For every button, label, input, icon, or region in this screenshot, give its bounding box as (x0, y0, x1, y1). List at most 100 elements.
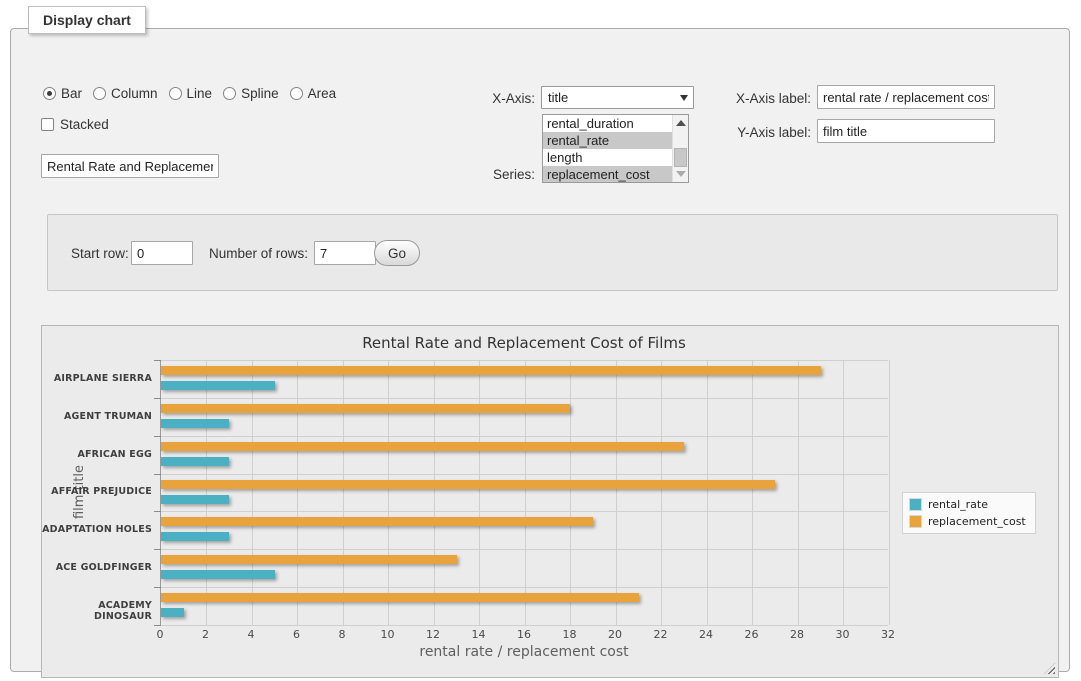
gridline (161, 436, 888, 437)
gridline (161, 587, 888, 588)
gridline (343, 360, 344, 625)
radio-label: Line (187, 86, 213, 101)
x-axis-title: rental rate / replacement cost (160, 644, 888, 660)
y-axis-label-input[interactable] (817, 119, 995, 143)
radio-icon[interactable] (290, 87, 303, 100)
radio-icon[interactable] (223, 87, 236, 100)
gridline (889, 360, 890, 625)
chart-type-column[interactable]: Column (93, 86, 158, 101)
gridline (661, 360, 662, 625)
chart-title: Rental Rate and Replacement Cost of Film… (160, 334, 888, 352)
bar-rental_rate (161, 608, 184, 617)
y-tick-mark (154, 587, 161, 588)
x-axis-label-input[interactable] (817, 85, 995, 109)
gridline (297, 360, 298, 625)
series-options: rental_durationrental_ratelengthreplacem… (543, 115, 672, 182)
gridline (161, 474, 888, 475)
chart-type-area[interactable]: Area (290, 86, 337, 101)
chart-type-radio-group: Bar Column Line Spline Area (43, 86, 336, 101)
fieldset-legend: Display chart (28, 6, 146, 34)
display-chart-fieldset: BarColumnLineSplineArea Stacked X-Axis: … (10, 28, 1070, 672)
series-option-rental_duration[interactable]: rental_duration (543, 115, 672, 132)
category-label: AIRPLANE SIERRA (42, 373, 152, 384)
radio-icon[interactable] (93, 87, 106, 100)
y-tick-mark (154, 360, 161, 361)
y-tick-mark (154, 549, 161, 550)
gridline (798, 360, 799, 625)
radio-icon[interactable] (169, 87, 182, 100)
radio-icon[interactable] (43, 87, 56, 100)
bar-replacement_cost (161, 366, 821, 375)
scroll-up-icon[interactable] (676, 120, 686, 126)
gridline (479, 360, 480, 625)
gridline (525, 360, 526, 625)
listbox-scrollbar[interactable] (672, 115, 688, 182)
bar-rental_rate (161, 495, 229, 504)
bar-replacement_cost (161, 480, 775, 489)
bar-rental_rate (161, 457, 229, 466)
bar-replacement_cost (161, 404, 570, 413)
x-axis-select[interactable]: title (541, 86, 694, 109)
gridline (161, 360, 888, 361)
bar-rental_rate (161, 570, 275, 579)
go-button[interactable]: Go (374, 240, 420, 266)
series-option-replacement_cost[interactable]: replacement_cost (543, 166, 672, 182)
category-label: ADAPTATION HOLES (42, 524, 152, 535)
y-tick-mark (154, 474, 161, 475)
x-tick-label: 18 (553, 628, 587, 641)
x-tick-label: 2 (189, 628, 223, 641)
gridline (161, 398, 888, 399)
x-tick-label: 16 (507, 628, 541, 641)
legend-item-replacement_cost: replacement_cost (909, 515, 1026, 528)
x-tick-label: 28 (780, 628, 814, 641)
chart-panel: Rental Rate and Replacement Cost of Film… (41, 325, 1059, 678)
bar-rental_rate (161, 419, 229, 428)
gridline (707, 360, 708, 625)
series-listbox[interactable]: rental_durationrental_ratelengthreplacem… (542, 114, 689, 183)
gridline (570, 360, 571, 625)
x-axis-selected-value: title (548, 90, 568, 105)
start-row-label: Start row: (71, 246, 129, 261)
num-rows-input[interactable] (314, 241, 376, 265)
bar-rental_rate (161, 381, 275, 390)
x-axis-label-label: X-Axis label: (699, 91, 811, 106)
checkbox-icon[interactable] (41, 118, 54, 131)
start-row-input[interactable] (131, 241, 193, 265)
x-tick-label: 32 (871, 628, 905, 641)
resize-handle-icon[interactable] (1044, 663, 1055, 674)
scroll-down-icon[interactable] (676, 171, 686, 177)
x-axis-ticks: 02468101214161820222426283032 (42, 628, 1058, 642)
radio-label: Column (111, 86, 158, 101)
stacked-label: Stacked (60, 117, 109, 132)
series-option-length[interactable]: length (543, 149, 672, 166)
bar-replacement_cost (161, 517, 593, 526)
y-tick-mark (154, 398, 161, 399)
chart-title-input[interactable] (41, 154, 219, 178)
legend-label: replacement_cost (928, 515, 1026, 528)
legend-item-rental_rate: rental_rate (909, 498, 1026, 511)
chart-type-line[interactable]: Line (169, 86, 213, 101)
chart-type-bar[interactable]: Bar (43, 86, 82, 101)
series-option-rental_rate[interactable]: rental_rate (543, 132, 672, 149)
series-listbox-label: Series: (451, 167, 535, 182)
legend-label: rental_rate (928, 498, 988, 511)
radio-label: Area (308, 86, 337, 101)
x-tick-label: 12 (416, 628, 450, 641)
category-label: AFRICAN EGG (42, 449, 152, 460)
chart-type-spline[interactable]: Spline (223, 86, 279, 101)
category-label: AGENT TRUMAN (42, 411, 152, 422)
x-tick-label: 6 (280, 628, 314, 641)
x-tick-label: 30 (826, 628, 860, 641)
scrollbar-thumb[interactable] (674, 148, 687, 167)
y-tick-mark (154, 511, 161, 512)
gridline (616, 360, 617, 625)
category-axis: AIRPLANE SIERRAAGENT TRUMANAFRICAN EGGAF… (42, 360, 152, 625)
stacked-checkbox[interactable]: Stacked (41, 117, 109, 132)
radio-label: Spline (241, 86, 279, 101)
bar-replacement_cost (161, 442, 684, 451)
gridline (843, 360, 844, 625)
gridline (434, 360, 435, 625)
num-rows-label: Number of rows: (209, 246, 308, 261)
x-tick-label: 10 (371, 628, 405, 641)
gridline (206, 360, 207, 625)
